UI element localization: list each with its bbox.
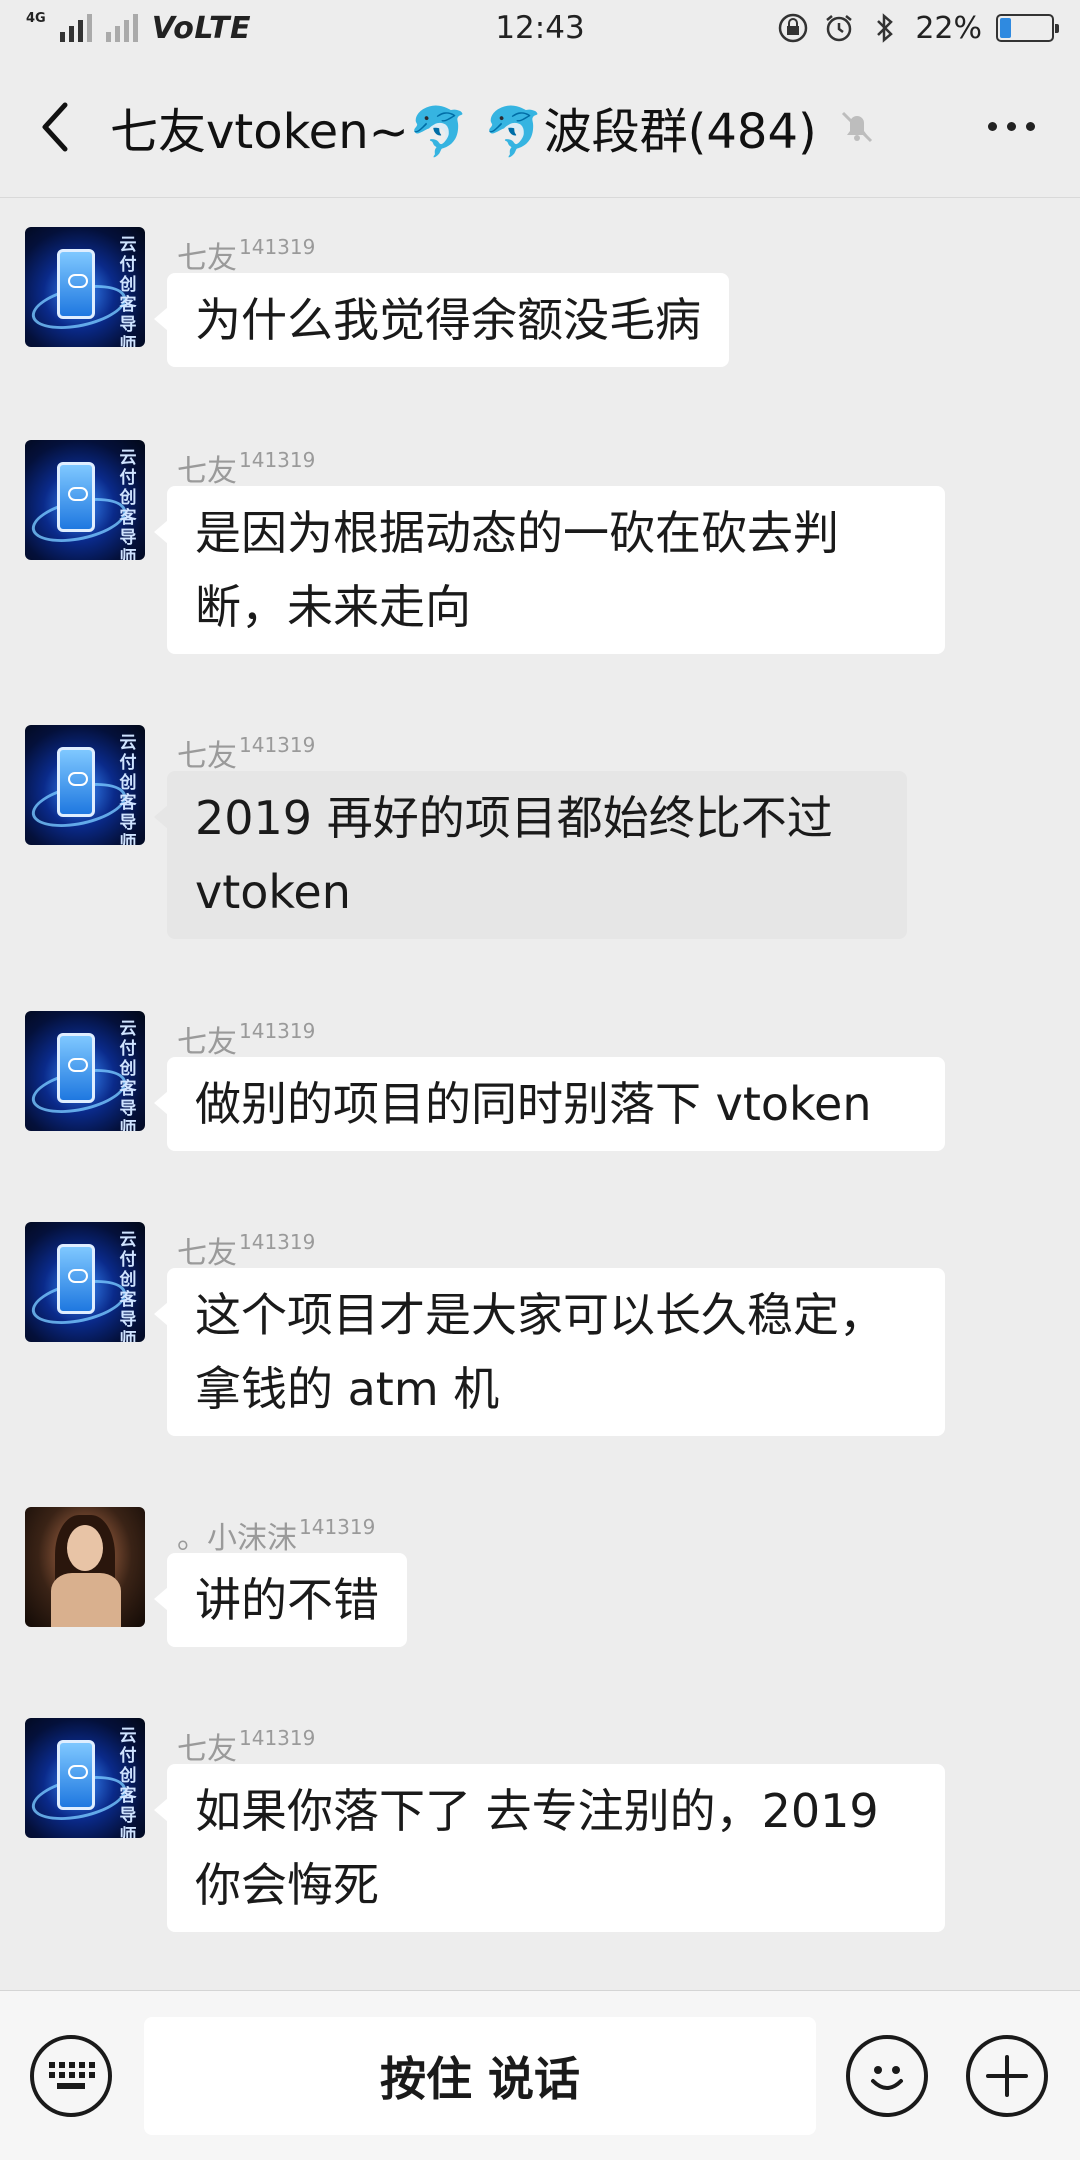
message-item: 云付创客导师 七友 141319 2019 再好的项目都始终比不过vtoken: [0, 725, 907, 939]
avatar[interactable]: 云付创客导师: [25, 725, 145, 845]
more-button[interactable]: [983, 56, 1040, 197]
sender-tag: 141319: [239, 1230, 316, 1254]
keyboard-icon: [49, 2062, 95, 2089]
hold-to-talk-button[interactable]: 按住 说话: [144, 2017, 816, 2135]
emoji-icon: [871, 2066, 903, 2090]
chat-title: 七友vtoken~🐬 🐬波段群(484): [110, 103, 817, 160]
sender-name: 七友 141319: [177, 733, 316, 774]
avatar-logo-text: 云付创客导师: [119, 1019, 137, 1131]
message-bubble[interactable]: 做别的项目的同时别落下 vtoken: [154, 1057, 945, 1151]
message-item: 。小沫沫 141319 讲的不错: [0, 1507, 407, 1647]
avatar-logo-text: 云付创客导师: [119, 448, 137, 560]
status-bar: 4G VoLTE 12:43 22%: [0, 0, 1080, 56]
chat-header: 七友vtoken~🐬 🐬波段群(484): [0, 56, 1080, 198]
bluetooth-icon: [869, 12, 901, 44]
battery-icon: [996, 14, 1059, 42]
alarm-icon: [823, 12, 855, 44]
keyboard-button[interactable]: [30, 2035, 112, 2117]
sender-tag: 141319: [239, 235, 316, 259]
emoji-button[interactable]: [846, 2035, 928, 2117]
more-dots-icon: [988, 122, 997, 131]
battery-level: [1000, 18, 1011, 38]
avatar-logo-text: 云付创客导师: [119, 1726, 137, 1838]
message-bubble[interactable]: 讲的不错: [154, 1553, 407, 1647]
message-item: 云付创客导师 七友 141319 这个项目才是大家可以长久稳定，拿钱的 atm 机: [0, 1222, 945, 1436]
plus-icon: [986, 2055, 1028, 2097]
sender-tag: 141319: [239, 1726, 316, 1750]
message-bubble[interactable]: 为什么我觉得余额没毛病: [154, 273, 729, 367]
message-item: 云付创客导师 七友 141319 做别的项目的同时别落下 vtoken: [0, 1011, 945, 1151]
plus-button[interactable]: [966, 2035, 1048, 2117]
message-list[interactable]: 云付创客导师 七友 141319 为什么我觉得余额没毛病 云付创客导师 七友 141…: [0, 200, 1080, 1990]
message-bubble[interactable]: 如果你落下了 去专注别的，2019你会悔死: [154, 1764, 945, 1932]
sender-name: 七友 141319: [177, 448, 316, 489]
sender-name: 七友 141319: [177, 1019, 316, 1060]
status-left: 4G VoLTE: [26, 11, 251, 46]
avatar-logo-text: 云付创客导师: [119, 1230, 137, 1342]
sender-tag: 141319: [239, 733, 316, 757]
muted-bell-icon: [835, 105, 879, 149]
sender-name: 七友 141319: [177, 1726, 316, 1767]
sender-tag: 141319: [239, 1019, 316, 1043]
signal-icon: [59, 14, 92, 42]
avatar-logo-text: 云付创客导师: [119, 733, 137, 845]
avatar[interactable]: 云付创客导师: [25, 1718, 145, 1838]
message-bubble[interactable]: 这个项目才是大家可以长久稳定，拿钱的 atm 机: [154, 1268, 945, 1436]
sender-tag: 141319: [239, 448, 316, 472]
signal-icon-2: [105, 14, 138, 42]
volte-label: VoLTE: [151, 10, 251, 46]
avatar[interactable]: 云付创客导师: [25, 227, 145, 347]
avatar[interactable]: 云付创客导师: [25, 1011, 145, 1131]
status-right: 22%: [777, 10, 1059, 46]
chat-screen: 4G VoLTE 12:43 22% 七友vtoken~🐬 🐬波段群(484) …: [0, 0, 1080, 2160]
message-item: 云付创客导师 七友 141319 为什么我觉得余额没毛病: [0, 227, 729, 367]
back-button[interactable]: [0, 56, 110, 197]
avatar-logo-text: 云付创客导师: [119, 235, 137, 347]
message-item: 云付创客导师 七友 141319 是因为根据动态的一砍在砍去判断，未来走向: [0, 440, 945, 654]
network-type: 4G: [26, 10, 46, 26]
sender-tag: 141319: [299, 1515, 376, 1539]
message-bubble[interactable]: 是因为根据动态的一砍在砍去判断，未来走向: [154, 486, 945, 654]
sender-name: 七友 141319: [177, 1230, 316, 1271]
battery-percent: 22%: [915, 10, 982, 46]
back-chevron-icon: [42, 102, 68, 151]
avatar[interactable]: 云付创客导师: [25, 440, 145, 560]
sender-name: 。小沫沫 141319: [177, 1515, 376, 1556]
avatar-photo[interactable]: [25, 1507, 145, 1627]
sender-name: 七友 141319: [177, 235, 316, 276]
avatar[interactable]: 云付创客导师: [25, 1222, 145, 1342]
lock-rotation-icon: [777, 12, 809, 44]
message-bubble[interactable]: 2019 再好的项目都始终比不过vtoken: [154, 771, 907, 939]
message-item: 云付创客导师 七友 141319 如果你落下了 去专注别的，2019你会悔死: [0, 1718, 945, 1932]
input-bar: 按住 说话: [0, 1990, 1080, 2160]
